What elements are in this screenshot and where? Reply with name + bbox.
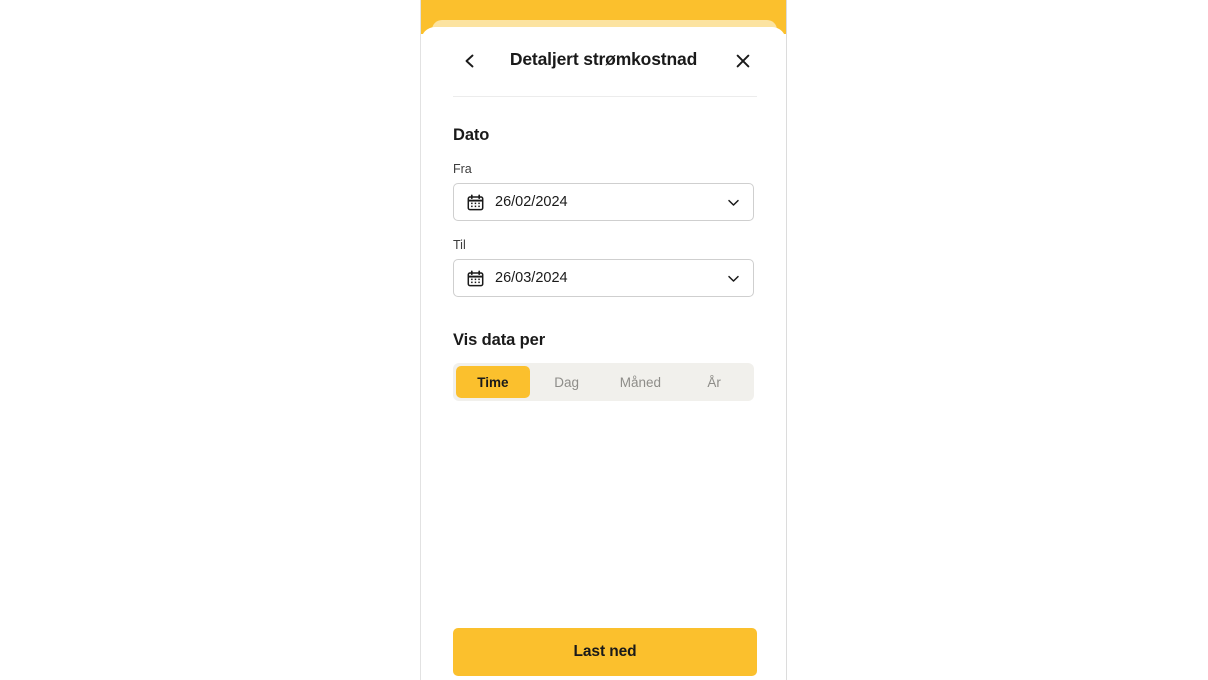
resolution-section-heading: Vis data per: [453, 331, 546, 349]
segment-option-label: Time: [477, 374, 509, 390]
segment-option-label: Dag: [554, 374, 579, 390]
to-date-label: Til: [453, 238, 466, 252]
resolution-segmented-control[interactable]: Time Dag Måned År: [453, 363, 754, 401]
sheet-header: Detaljert strømkostnad: [421, 27, 786, 97]
chevron-down-icon: [726, 271, 741, 286]
segment-option-dag[interactable]: Dag: [530, 366, 604, 398]
calendar-icon: [467, 194, 484, 211]
segment-option-label: Måned: [619, 374, 662, 390]
to-date-value: 26/03/2024: [495, 270, 568, 286]
date-section-heading: Dato: [453, 126, 490, 144]
close-button[interactable]: [726, 44, 760, 78]
segment-option-maned[interactable]: Måned: [604, 366, 678, 398]
segment-option-label: År: [707, 374, 721, 390]
from-date-label: Fra: [453, 162, 472, 176]
from-date-value: 26/02/2024: [495, 194, 568, 210]
screen-root: Detaljert strømkostnad Dato Fra 26/02/20…: [0, 0, 1208, 680]
chevron-down-icon: [726, 195, 741, 210]
segment-option-ar[interactable]: År: [677, 366, 751, 398]
sheet-body: Dato Fra 26/02/2024 Til 26/03/2024 Vis d…: [421, 97, 786, 401]
detail-sheet: Detaljert strømkostnad Dato Fra 26/02/20…: [421, 27, 786, 680]
close-icon: [734, 52, 752, 70]
from-date-field[interactable]: 26/02/2024: [453, 183, 754, 221]
segment-option-time[interactable]: Time: [456, 366, 530, 398]
to-date-field[interactable]: 26/03/2024: [453, 259, 754, 297]
download-button[interactable]: Last ned: [453, 628, 757, 676]
calendar-icon: [467, 270, 484, 287]
modal-sheet-container: Detaljert strømkostnad Dato Fra 26/02/20…: [420, 0, 787, 680]
